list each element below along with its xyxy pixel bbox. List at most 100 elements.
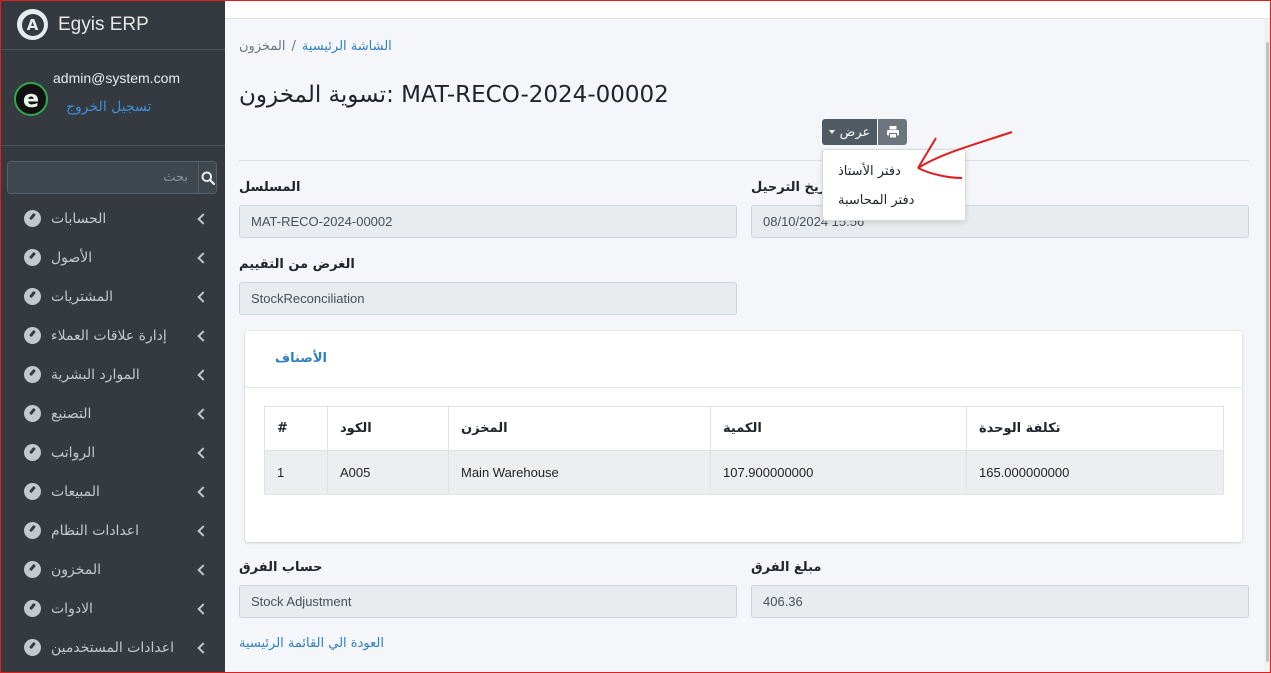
- search-icon: [201, 171, 215, 185]
- items-card: الأصناف # الكود المخزن الكمية تكلفة الوح…: [245, 331, 1242, 542]
- sidebar-item-label: اعدادات النظام: [51, 522, 140, 539]
- chevron-left-icon: [197, 212, 209, 225]
- sidebar-item-label: الادوات: [51, 600, 93, 617]
- user-panel: e admin@system.com تسجيل الخروج: [0, 50, 225, 146]
- breadcrumb-current: المخزون: [239, 39, 286, 54]
- diff-account-field[interactable]: Stock Adjustment: [239, 585, 737, 618]
- chevron-left-icon: [197, 602, 209, 615]
- sidebar-item-manufacturing[interactable]: التصنيع: [0, 394, 225, 433]
- sidebar-item-inventory[interactable]: المخزون: [0, 550, 225, 589]
- sidebar-item-label: الرواتب: [51, 444, 96, 461]
- view-button-label: عرض: [839, 124, 871, 140]
- brand-name[interactable]: Egyis ERP: [58, 14, 149, 36]
- column-header: الكود: [327, 406, 449, 451]
- print-icon: [886, 126, 899, 139]
- dropdown-item-accounting-ledger[interactable]: دفتر المحاسبة: [823, 186, 965, 215]
- chevron-left-icon: [197, 329, 209, 342]
- chevron-left-icon: [197, 407, 209, 420]
- dashboard-icon: [24, 327, 41, 344]
- column-header: المخزن: [448, 406, 711, 451]
- chevron-left-icon: [197, 563, 209, 576]
- chevron-left-icon: [197, 368, 209, 381]
- dashboard-icon: [24, 483, 41, 500]
- sidebar-item-sales[interactable]: المبيعات: [0, 472, 225, 511]
- chevron-left-icon: [197, 251, 209, 264]
- dashboard-icon: [24, 639, 41, 656]
- sidebar-item-system-settings[interactable]: اعدادات النظام: [0, 511, 225, 550]
- purpose-field[interactable]: StockReconciliation: [239, 282, 737, 315]
- sidebar-item-label: إدارة علاقات العملاء: [51, 327, 167, 344]
- sidebar-item-label: الأصول: [51, 249, 93, 266]
- sidebar-item-user-settings[interactable]: اعدادات المستخدمين: [0, 628, 225, 667]
- breadcrumb-home[interactable]: الشاشة الرئيسية: [302, 39, 392, 54]
- sidebar-item-accounts[interactable]: الحسابات: [0, 199, 225, 238]
- dashboard-icon: [24, 522, 41, 539]
- page-title: تسوية المخزون: MAT-RECO-2024-00002: [239, 82, 669, 108]
- sidebar-item-hr[interactable]: الموارد البشرية: [0, 355, 225, 394]
- brand-logo-letter: A: [21, 13, 44, 36]
- user-email: admin@system.com: [53, 70, 181, 86]
- toolbar: عرض: [822, 119, 907, 145]
- user-avatar: e: [14, 82, 48, 116]
- sidebar-item-purchases[interactable]: المشتريات: [0, 277, 225, 316]
- sidebar: A Egyis ERP e admin@system.com تسجيل الخ…: [0, 0, 225, 673]
- dashboard-icon: [24, 561, 41, 578]
- table-cell: 165.000000000: [966, 450, 1224, 495]
- table-cell: 1: [264, 450, 328, 495]
- sidebar-item-tools[interactable]: الادوات: [0, 589, 225, 628]
- search-input[interactable]: [8, 162, 198, 193]
- sidebar-item-label: اعدادات المستخدمين: [51, 639, 174, 656]
- print-button[interactable]: [878, 119, 907, 145]
- chevron-left-icon: [197, 524, 209, 537]
- dashboard-icon: [24, 405, 41, 422]
- table-cell: A005: [327, 450, 449, 495]
- caret-down-icon: [828, 130, 835, 134]
- column-header: الكمية: [710, 406, 967, 451]
- table-cell: Main Warehouse: [448, 450, 711, 495]
- scrollbar-thumb[interactable]: [1266, 42, 1269, 662]
- sidebar-item-payroll[interactable]: الرواتب: [0, 433, 225, 472]
- dropdown-item-general-ledger[interactable]: دفتر الأستاذ: [823, 157, 965, 186]
- column-header: #: [264, 406, 328, 451]
- diff-account-label: حساب الفرق: [239, 560, 323, 575]
- column-header: تكلفة الوحدة: [966, 406, 1224, 451]
- sidebar-search: [7, 161, 217, 194]
- dashboard-icon: [24, 366, 41, 383]
- diff-amount-label: مبلغ الفرق: [751, 560, 822, 575]
- sidebar-item-crm[interactable]: إدارة علاقات العملاء: [0, 316, 225, 355]
- divider: [239, 160, 1249, 161]
- sidebar-item-label: المبيعات: [51, 483, 100, 500]
- sidebar-item-label: التصنيع: [51, 405, 92, 422]
- table-header-row: # الكود المخزن الكمية تكلفة الوحدة: [264, 406, 1224, 451]
- table-cell: 107.900000000: [710, 450, 967, 495]
- breadcrumb-separator: /: [291, 39, 296, 54]
- dashboard-icon: [24, 210, 41, 227]
- series-field[interactable]: MAT-RECO-2024-00002: [239, 205, 737, 238]
- items-table: # الكود المخزن الكمية تكلفة الوحدة 1 A00…: [264, 406, 1224, 495]
- sidebar-item-label: الحسابات: [51, 210, 107, 227]
- diff-amount-field[interactable]: 406.36: [751, 585, 1249, 618]
- sidebar-item-label: الموارد البشرية: [51, 366, 140, 383]
- tab-items[interactable]: الأصناف: [275, 351, 327, 366]
- view-dropdown-menu: دفتر الأستاذ دفتر المحاسبة: [822, 149, 966, 221]
- card-header: الأصناف: [245, 331, 1242, 388]
- chevron-left-icon: [197, 485, 209, 498]
- sidebar-item-assets[interactable]: الأصول: [0, 238, 225, 277]
- series-label: المسلسل: [239, 180, 301, 195]
- dashboard-icon: [24, 600, 41, 617]
- view-dropdown-button[interactable]: عرض: [822, 119, 877, 145]
- sidebar-nav: الحسابات الأصول المشتريات إدارة علاقات ا…: [0, 199, 225, 667]
- chevron-left-icon: [197, 641, 209, 654]
- table-row: 1 A005 Main Warehouse 107.900000000 165.…: [264, 450, 1224, 495]
- chevron-left-icon: [197, 290, 209, 303]
- search-button[interactable]: [198, 162, 216, 193]
- brand[interactable]: A Egyis ERP: [0, 0, 225, 50]
- chevron-left-icon: [197, 446, 209, 459]
- logout-link[interactable]: تسجيل الخروج: [66, 99, 151, 115]
- dashboard-icon: [24, 249, 41, 266]
- sidebar-item-label: المخزون: [51, 561, 102, 578]
- back-to-list-link[interactable]: العودة الي القائمة الرئيسية: [239, 636, 384, 651]
- breadcrumb: الشاشة الرئيسية / المخزون: [239, 39, 392, 54]
- dashboard-icon: [24, 444, 41, 461]
- dashboard-icon: [24, 288, 41, 305]
